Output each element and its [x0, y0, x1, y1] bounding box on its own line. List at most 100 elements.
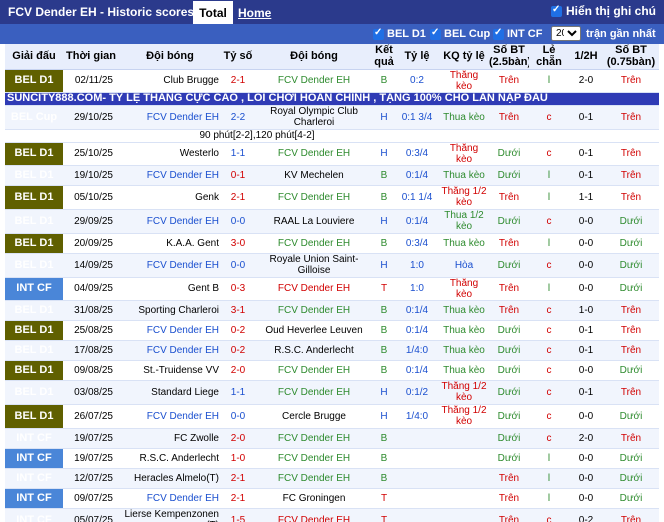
away-team-cell[interactable]: FCV Dender EH: [255, 380, 373, 405]
home-team-cell[interactable]: Westerlo: [119, 142, 221, 166]
away-team-cell[interactable]: FCV Dender EH: [255, 508, 373, 522]
home-team-name[interactable]: R.S.C. Anderlecht: [140, 453, 219, 464]
home-team-cell[interactable]: Genk: [119, 185, 221, 210]
away-team-cell[interactable]: Cercle Brugge: [255, 404, 373, 429]
league-cell[interactable]: BEL D1: [5, 320, 63, 341]
tab-total[interactable]: Total: [193, 1, 233, 24]
checkbox-icon[interactable]: [430, 27, 441, 40]
league-cell[interactable]: BEL D1: [5, 69, 63, 93]
away-team-name[interactable]: FCV Dender EH: [278, 192, 350, 203]
filter-bel-cup[interactable]: BEL Cup: [430, 27, 490, 40]
home-team-cell[interactable]: FCV Dender EH: [119, 165, 221, 186]
home-team-cell[interactable]: FCV Dender EH: [119, 340, 221, 361]
away-team-name[interactable]: FCV Dender EH: [278, 453, 350, 464]
score-cell[interactable]: 1-1: [221, 380, 255, 405]
home-team-cell[interactable]: Gent B: [119, 277, 221, 301]
score-cell[interactable]: 2-1: [221, 468, 255, 489]
home-team-name[interactable]: FCV Dender EH: [147, 345, 219, 356]
home-team-name[interactable]: FCV Dender EH: [147, 170, 219, 181]
score-cell[interactable]: 2-0: [221, 360, 255, 381]
score-cell[interactable]: 0-2: [221, 320, 255, 341]
away-team-cell[interactable]: FCV Dender EH: [255, 300, 373, 321]
home-team-cell[interactable]: K.A.A. Gent: [119, 233, 221, 254]
score-cell[interactable]: 2-0: [221, 428, 255, 449]
league-cell[interactable]: INT CF: [5, 428, 63, 449]
ad-banner[interactable]: SUNCITY888.COM- TỶ LỆ THẮNG CỰC CAO , LỐ…: [5, 92, 659, 106]
home-team-cell[interactable]: Lierse Kempenzonen (T): [119, 508, 221, 522]
away-team-cell[interactable]: FCV Dender EH: [255, 142, 373, 166]
league-cell[interactable]: INT CF: [5, 468, 63, 489]
away-team-name[interactable]: FCV Dender EH: [278, 473, 350, 484]
home-team-cell[interactable]: FCV Dender EH: [119, 253, 221, 278]
home-team-name[interactable]: FCV Dender EH: [147, 260, 219, 271]
league-cell[interactable]: BEL D1: [5, 209, 63, 234]
away-team-name[interactable]: FCV Dender EH: [278, 238, 350, 249]
score-cell[interactable]: 0-2: [221, 340, 255, 361]
league-cell[interactable]: BEL D1: [5, 340, 63, 361]
score-cell[interactable]: 3-1: [221, 300, 255, 321]
score-cell[interactable]: 0-3: [221, 277, 255, 301]
score-cell[interactable]: 1-5: [221, 508, 255, 522]
home-team-name[interactable]: FCV Dender EH: [147, 216, 219, 227]
home-team-name[interactable]: St.-Truidense VV: [143, 365, 219, 376]
score-cell[interactable]: 0-1: [221, 165, 255, 186]
away-team-cell[interactable]: FCV Dender EH: [255, 277, 373, 301]
away-team-cell[interactable]: Royale Union Saint-Gilloise: [255, 253, 373, 278]
away-team-name[interactable]: FCV Dender EH: [278, 75, 350, 86]
score-cell[interactable]: 0-0: [221, 253, 255, 278]
away-team-name[interactable]: Royale Union Saint-Gilloise: [270, 254, 359, 276]
score-cell[interactable]: 2-2: [221, 105, 255, 130]
score-cell[interactable]: 0-0: [221, 209, 255, 234]
league-cell[interactable]: BEL D1: [5, 142, 63, 166]
checkbox-icon[interactable]: [373, 27, 384, 40]
away-team-name[interactable]: FCV Dender EH: [278, 148, 350, 159]
away-team-name[interactable]: KV Mechelen: [284, 170, 343, 181]
score-cell[interactable]: 1-1: [221, 142, 255, 166]
home-team-cell[interactable]: Sporting Charleroi: [119, 300, 221, 321]
away-team-name[interactable]: FCV Dender EH: [278, 387, 350, 398]
league-cell[interactable]: BEL D1: [5, 233, 63, 254]
home-team-cell[interactable]: R.S.C. Anderlecht: [119, 448, 221, 469]
league-cell[interactable]: INT CF: [5, 448, 63, 469]
checkbox-icon[interactable]: [551, 4, 562, 17]
home-team-cell[interactable]: FCV Dender EH: [119, 320, 221, 341]
checkbox-icon[interactable]: [493, 27, 504, 40]
away-team-cell[interactable]: R.S.C. Anderlecht: [255, 340, 373, 361]
away-team-name[interactable]: Cercle Brugge: [282, 411, 346, 422]
tab-home[interactable]: Home: [238, 6, 271, 20]
league-cell[interactable]: BEL D1: [5, 253, 63, 278]
away-team-name[interactable]: FCV Dender EH: [278, 433, 350, 444]
league-cell[interactable]: BEL Cup: [5, 105, 63, 130]
away-team-cell[interactable]: FC Groningen: [255, 488, 373, 509]
away-team-name[interactable]: FCV Dender EH: [278, 283, 350, 294]
league-cell[interactable]: BEL D1: [5, 165, 63, 186]
away-team-cell[interactable]: Royal Olympic Club Charleroi: [255, 105, 373, 130]
away-team-cell[interactable]: RAAL La Louviere: [255, 209, 373, 234]
away-team-cell[interactable]: FCV Dender EH: [255, 448, 373, 469]
away-team-cell[interactable]: FCV Dender EH: [255, 233, 373, 254]
home-team-cell[interactable]: FCV Dender EH: [119, 105, 221, 130]
home-team-name[interactable]: FCV Dender EH: [147, 411, 219, 422]
home-team-cell[interactable]: FCV Dender EH: [119, 209, 221, 234]
away-team-name[interactable]: FCV Dender EH: [278, 365, 350, 376]
home-team-name[interactable]: Standard Liege: [151, 387, 219, 398]
league-cell[interactable]: BEL D1: [5, 380, 63, 405]
score-cell[interactable]: 1-0: [221, 448, 255, 469]
home-team-cell[interactable]: FCV Dender EH: [119, 488, 221, 509]
away-team-cell[interactable]: FCV Dender EH: [255, 428, 373, 449]
home-team-cell[interactable]: St.-Truidense VV: [119, 360, 221, 381]
home-team-name[interactable]: FCV Dender EH: [147, 325, 219, 336]
home-team-cell[interactable]: Club Brugge: [119, 69, 221, 93]
away-team-cell[interactable]: FCV Dender EH: [255, 185, 373, 210]
away-team-cell[interactable]: FCV Dender EH: [255, 360, 373, 381]
home-team-name[interactable]: Westerlo: [180, 148, 219, 159]
away-team-name[interactable]: Royal Olympic Club Charleroi: [270, 106, 358, 128]
league-cell[interactable]: BEL D1: [5, 360, 63, 381]
away-team-cell[interactable]: FCV Dender EH: [255, 468, 373, 489]
home-team-name[interactable]: FCV Dender EH: [147, 493, 219, 504]
home-team-name[interactable]: Club Brugge: [163, 75, 219, 86]
filter-int-cf[interactable]: INT CF: [493, 27, 542, 40]
away-team-name[interactable]: FCV Dender EH: [278, 515, 350, 522]
home-team-name[interactable]: Sporting Charleroi: [138, 305, 219, 316]
league-cell[interactable]: BEL D1: [5, 185, 63, 210]
